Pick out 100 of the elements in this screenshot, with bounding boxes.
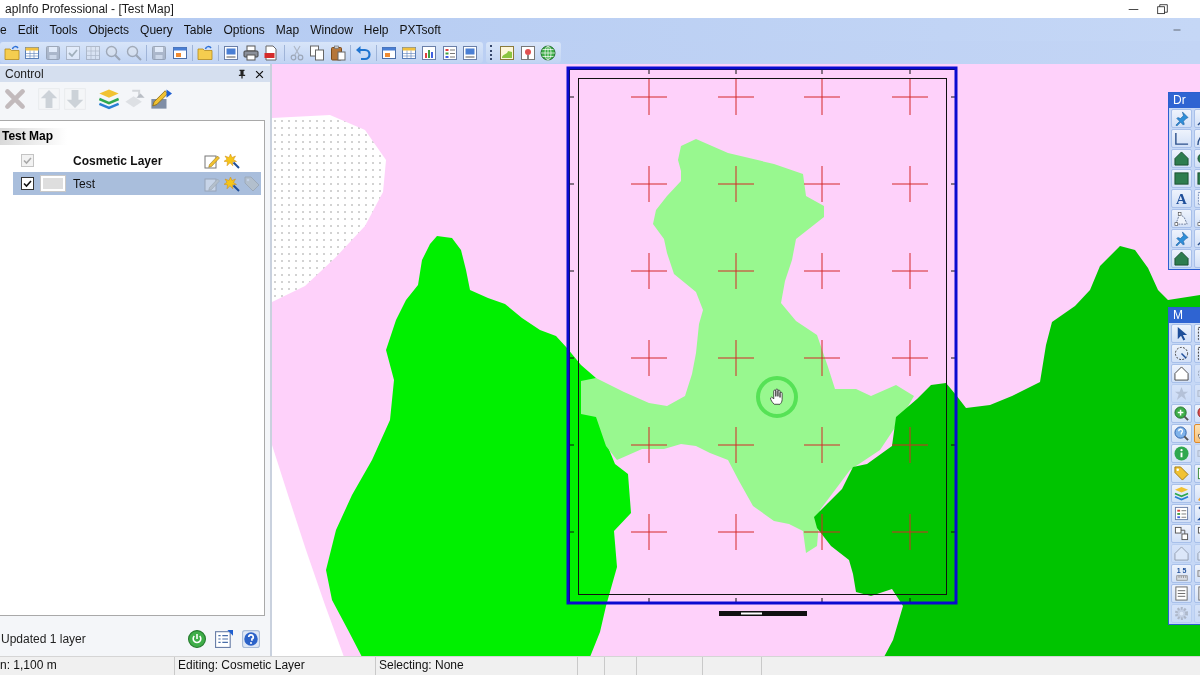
menu-item[interactable]: Edit: [12, 22, 44, 37]
tool-button[interactable]: [1171, 424, 1192, 443]
pin-icon[interactable]: [237, 69, 247, 79]
layer-pencil-icon[interactable]: [150, 88, 172, 110]
grid-cross: [803, 513, 841, 551]
tool-button[interactable]: [1171, 484, 1192, 503]
status-message: Updated 1 layer: [1, 632, 86, 646]
layer-checkbox[interactable]: [21, 177, 34, 190]
text-tool-button[interactable]: A: [1171, 189, 1192, 208]
grid-cross: [891, 78, 929, 116]
copy-icon[interactable]: [309, 44, 326, 61]
layer-name: Cosmetic Layer: [73, 153, 163, 168]
info-icon: [1174, 446, 1189, 461]
layers-icon[interactable]: [98, 88, 120, 110]
close-icon[interactable]: [255, 69, 264, 79]
house-icon: [1174, 366, 1189, 381]
folder-icon[interactable]: [197, 44, 214, 61]
tool-button[interactable]: [1171, 504, 1192, 523]
map-icon[interactable]: [499, 44, 516, 61]
table-icon[interactable]: [401, 44, 418, 61]
hand-cursor-icon: [756, 376, 798, 418]
gear-icon: [1174, 606, 1189, 621]
menu-item[interactable]: Map: [270, 22, 305, 37]
zoom-in-icon: [1174, 406, 1189, 421]
layer-row[interactable]: Test: [13, 172, 261, 195]
grid-cross: [717, 78, 755, 116]
grid-cross: [891, 339, 929, 377]
tool-button[interactable]: [1171, 584, 1192, 603]
tool-button[interactable]: [1171, 344, 1192, 363]
undo-icon[interactable]: [355, 44, 372, 61]
menu-item[interactable]: e: [0, 22, 13, 37]
help-icon: [1174, 426, 1189, 441]
tool-button[interactable]: [1171, 524, 1192, 543]
grid-cross: [717, 426, 755, 464]
menu-item[interactable]: Window: [304, 22, 359, 37]
sparkle-icon[interactable]: [224, 175, 240, 192]
grid-cross: [803, 426, 841, 464]
grid-cross: [630, 339, 668, 377]
layers-icon: [1174, 486, 1189, 501]
globe-icon[interactable]: [539, 44, 556, 61]
tool-button[interactable]: [1171, 404, 1192, 423]
rectangle-icon: [1174, 171, 1189, 186]
folder-icon[interactable]: [4, 44, 20, 61]
star-icon: [1174, 386, 1189, 401]
panel-title: Control: [5, 67, 45, 81]
window-title: apInfo Professional - [Test Map]: [5, 2, 174, 16]
help-icon[interactable]: [242, 630, 260, 648]
window-icon[interactable]: [171, 44, 188, 61]
layout-icon[interactable]: [222, 44, 239, 61]
menu-item[interactable]: Tools: [43, 22, 83, 37]
window-icon[interactable]: [380, 44, 397, 61]
grid-cross: [803, 165, 841, 203]
tool-button[interactable]: [1171, 129, 1192, 148]
house-icon: [1174, 546, 1189, 561]
grid-cross: [891, 165, 929, 203]
page-pin-icon[interactable]: [519, 44, 536, 61]
polyline-icon: [1174, 131, 1189, 146]
tool-button[interactable]: [1171, 364, 1192, 383]
toolbar-title: Dr: [1169, 93, 1200, 108]
menu-item[interactable]: PXTsoft: [394, 22, 447, 37]
polygon-icon: [1174, 151, 1189, 166]
tool-button[interactable]: [1171, 209, 1192, 228]
grid-cross: [630, 252, 668, 290]
legend-icon[interactable]: [441, 44, 458, 61]
tool-button[interactable]: [1171, 109, 1192, 128]
menu-item[interactable]: Help: [358, 22, 395, 37]
clipboard-icon[interactable]: [329, 44, 346, 61]
ruler-icon: [1174, 574, 1189, 581]
table-icon[interactable]: [24, 44, 41, 61]
chart-icon[interactable]: [421, 44, 438, 61]
reshape-icon: [1174, 211, 1189, 226]
grid-cross: [630, 78, 668, 116]
list-icon: [1174, 586, 1189, 601]
toolbar-title: M: [1169, 308, 1200, 323]
tool-button[interactable]: [1171, 169, 1192, 188]
tool-button[interactable]: [1171, 249, 1192, 268]
menu-item[interactable]: Query: [134, 22, 179, 37]
menu-item[interactable]: Objects: [82, 22, 135, 37]
menu-item[interactable]: Options: [217, 22, 271, 37]
printer-icon[interactable]: [243, 44, 260, 61]
legend-icon: [1174, 506, 1189, 521]
document-icon[interactable]: [263, 44, 280, 61]
pushpin-icon: [1174, 111, 1189, 126]
tool-button[interactable]: [1171, 229, 1192, 248]
grid-cross: [630, 165, 668, 203]
grid-cross: [717, 252, 755, 290]
tool-button[interactable]: [1171, 324, 1192, 343]
grid-cross: [891, 513, 929, 551]
status-field: Selecting: None: [376, 657, 578, 675]
layer-name: Test: [73, 176, 95, 191]
tool-button[interactable]: [1171, 149, 1192, 168]
grid-cross: [717, 165, 755, 203]
radius-icon: [1174, 346, 1189, 361]
grid-cross: [630, 513, 668, 551]
menu-item[interactable]: Table: [178, 22, 218, 37]
layout-icon[interactable]: [462, 44, 478, 61]
tag-icon: [1174, 466, 1189, 481]
power-icon[interactable]: [188, 630, 206, 648]
grid-cross: [891, 426, 929, 464]
restore-icon[interactable]: [1157, 3, 1168, 15]
